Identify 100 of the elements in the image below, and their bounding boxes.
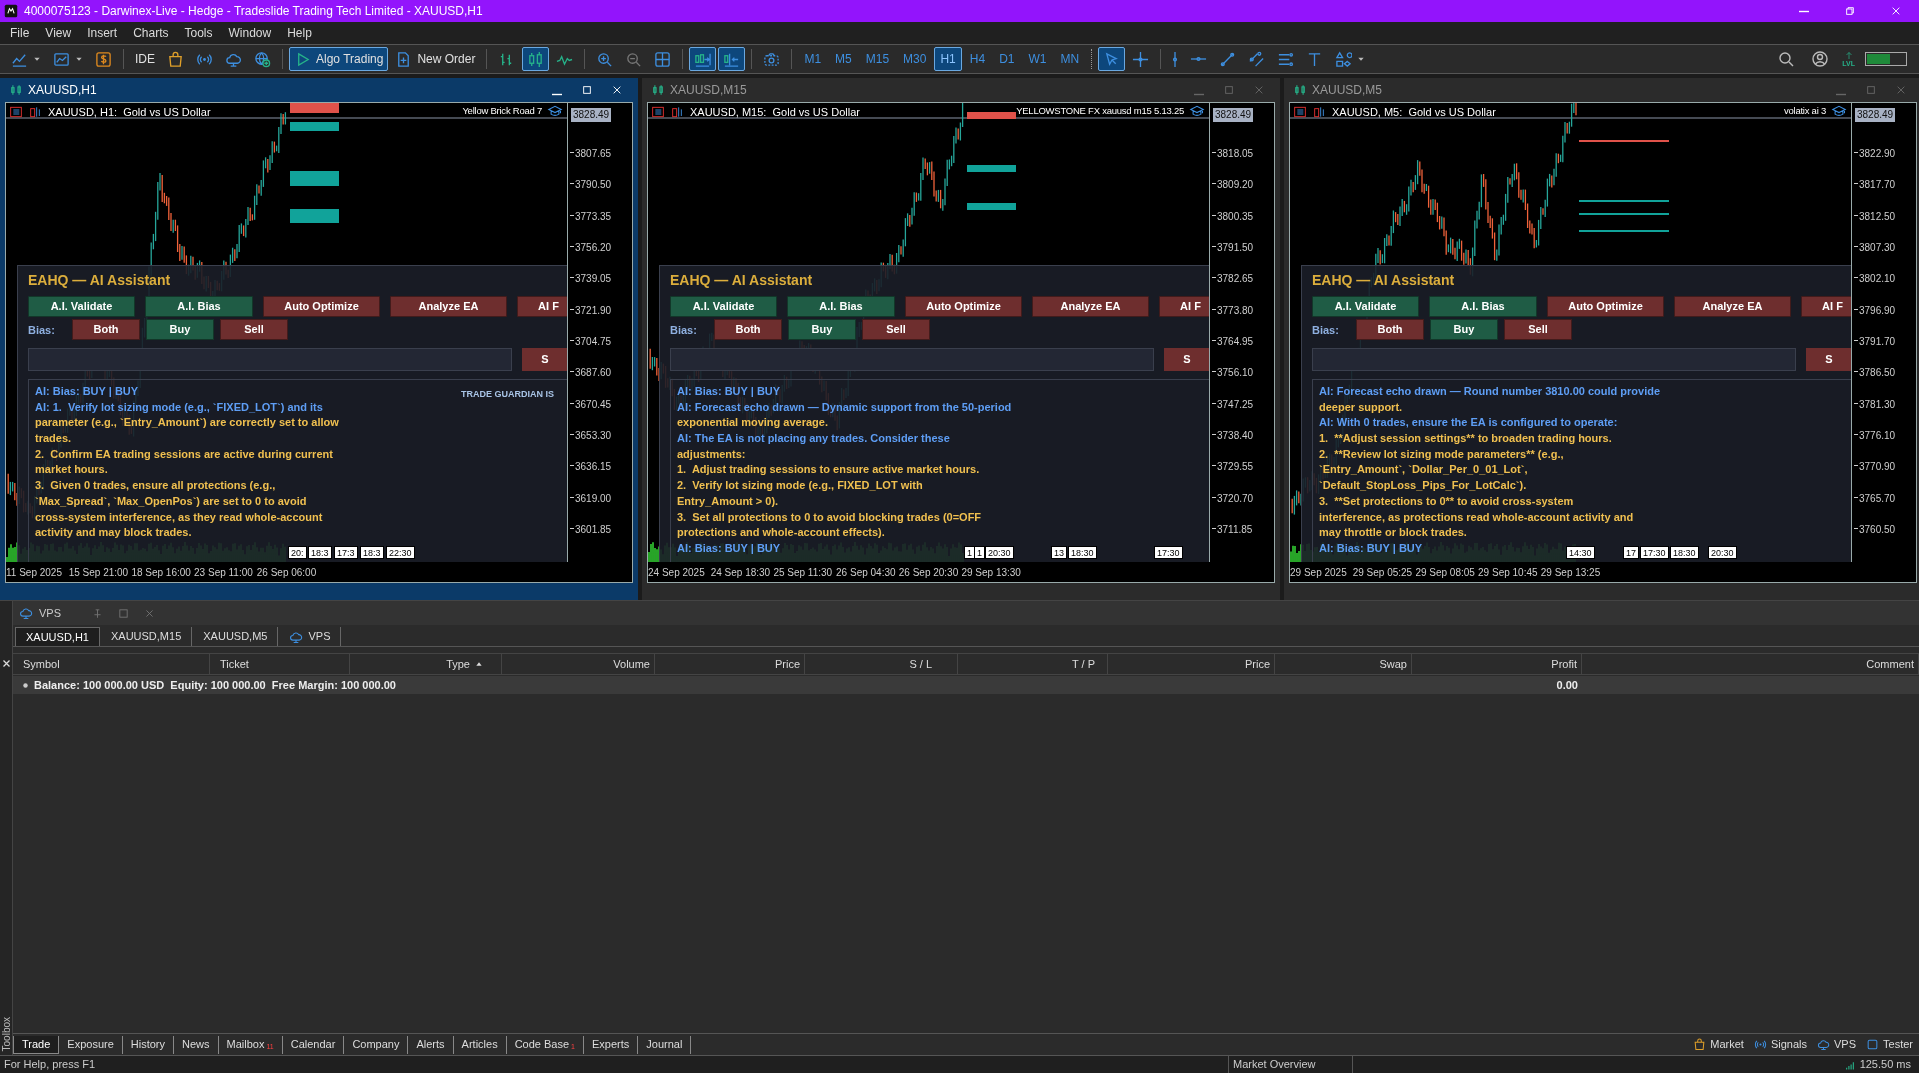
action-button[interactable]: AI F [1159, 296, 1209, 317]
toolbox-tab[interactable]: Calendar [282, 1035, 345, 1054]
toolbox-tab[interactable]: Company [344, 1035, 409, 1054]
bias-button[interactable]: Buy [1430, 319, 1498, 340]
timeframe-button[interactable]: MN [1054, 47, 1086, 71]
summary-row[interactable]: Balance: 100 000.00 USD Equity: 100 000.00 Free Margin: 100 000.00 0.00 [13, 676, 1919, 694]
menu-item[interactable]: Tools [176, 24, 221, 42]
time-marker: 18:30 [1068, 546, 1097, 559]
menu-item[interactable]: Help [279, 24, 320, 42]
toolbox-tab[interactable]: Exposure [59, 1035, 123, 1054]
prompt-input-field[interactable] [670, 348, 1154, 371]
timeframe-button[interactable]: W1 [1022, 47, 1053, 71]
tool-button[interactable]: IDE [130, 47, 160, 71]
chart-tab[interactable]: XAUUSD,H1 [15, 627, 100, 646]
timeframe-button[interactable]: H4 [963, 47, 992, 71]
message-line: Entry_Amount > 0). [677, 493, 779, 509]
column-header[interactable]: Swap [1275, 654, 1412, 674]
panel-link[interactable]: Tester [1866, 1036, 1913, 1053]
bias-button[interactable]: Both [1356, 319, 1424, 340]
time-marker: 14:30 [1566, 546, 1595, 559]
menu-item[interactable]: Charts [125, 24, 177, 42]
toolbox-tab[interactable]: News [174, 1035, 219, 1054]
toolbox-tab[interactable]: Journal [638, 1035, 692, 1054]
action-button[interactable]: A.I. Validate [28, 296, 135, 317]
toolbox-tab[interactable]: History [122, 1035, 175, 1054]
toolbox-tab[interactable]: Experts [584, 1035, 639, 1054]
message-line: AI: Forecast echo drawn — Dynamic support from the 50-period [677, 399, 1012, 415]
message-line: AI: Forecast echo drawn — Round number 3810.00 could provide [1319, 384, 1661, 399]
timeframe-button[interactable]: M1 [798, 47, 828, 71]
cursor-button[interactable] [1098, 47, 1126, 71]
message-line: activity and may block trades. [35, 525, 192, 541]
toolbox-tab[interactable]: Articles [453, 1035, 507, 1054]
action-button[interactable]: Auto Optimize [1547, 296, 1664, 317]
timeframe-button[interactable]: H1 [934, 47, 962, 71]
status-text: Market Overview [1228, 1056, 1353, 1073]
action-button[interactable]: A.I. Bias [145, 296, 253, 317]
menu-item[interactable]: Window [220, 24, 280, 42]
action-button[interactable]: Analyze EA [1032, 296, 1149, 317]
column-header[interactable]: T / P [958, 654, 1108, 674]
prompt-input-field[interactable] [28, 348, 512, 371]
send-button[interactable]: S [522, 348, 567, 371]
message-line: 1. **Adjust session settings** to broaden trading hours. [1319, 431, 1612, 447]
close-button[interactable] [1, 659, 11, 668]
column-header[interactable]: Price [1108, 654, 1275, 674]
action-button[interactable]: Analyze EA [390, 296, 507, 317]
message-line: `Entry_Amount`, `Dollar_Per_0_01_Lot`, [1319, 462, 1528, 478]
send-button[interactable]: S [1806, 348, 1851, 371]
chart-caption: XAUUSD, M5: Gold vs US Dollar [1332, 105, 1496, 120]
column-header[interactable]: Profit [1412, 654, 1582, 674]
play-button[interactable]: Algo Trading [289, 47, 389, 71]
bias-button[interactable]: Buy [146, 319, 214, 340]
menu-item[interactable]: View [37, 24, 80, 42]
column-header[interactable]: Symbol [13, 654, 210, 674]
chart-tab[interactable]: XAUUSD,M5 [193, 627, 279, 646]
column-header[interactable]: S / L [805, 654, 958, 674]
action-button[interactable]: A.I. Bias [787, 296, 895, 317]
bias-button[interactable]: Sell [862, 319, 930, 340]
column-header[interactable]: Comment [1582, 654, 1919, 674]
action-button[interactable]: AI F [1801, 296, 1851, 317]
menu-item[interactable]: Insert [79, 24, 126, 42]
cloud-icon [1817, 1038, 1830, 1051]
bias-button[interactable]: Sell [220, 319, 288, 340]
price-label: 3786.50 [1859, 366, 1896, 381]
bias-button[interactable]: Buy [788, 319, 856, 340]
panel-link[interactable]: Market [1693, 1036, 1744, 1053]
send-button[interactable]: S [1164, 348, 1209, 371]
chart-caption: XAUUSD, H1: Gold vs US Dollar [48, 105, 211, 120]
action-button[interactable]: Auto Optimize [263, 296, 380, 317]
time-label: 11 Sep 2025 [6, 565, 63, 580]
action-button[interactable]: A.I. Validate [670, 296, 777, 317]
prompt-input-field[interactable] [1312, 348, 1796, 371]
chart-shift-button[interactable] [718, 47, 746, 71]
action-button[interactable]: A.I. Validate [1312, 296, 1419, 317]
chart-tab[interactable]: VPS [279, 627, 342, 646]
column-header[interactable]: Type [350, 654, 502, 674]
timeframe-button[interactable]: M30 [897, 47, 933, 71]
action-button[interactable]: A.I. Bias [1429, 296, 1537, 317]
action-button[interactable]: Analyze EA [1674, 296, 1791, 317]
toolbox-tab[interactable]: Alerts [408, 1035, 454, 1054]
column-header[interactable]: Volume [502, 654, 655, 674]
bias-button[interactable]: Both [72, 319, 140, 340]
menu-item[interactable]: File [2, 24, 38, 42]
bias-button[interactable]: Sell [1504, 319, 1572, 340]
timeframe-button[interactable]: M5 [829, 47, 858, 71]
document-plus-button[interactable]: New Order [390, 47, 481, 71]
candlestick-button[interactable] [522, 47, 550, 71]
timeframe-button[interactable]: D1 [993, 47, 1021, 71]
time-marker: 18:3 [360, 546, 384, 559]
toolbox-tab[interactable]: Trade [13, 1035, 60, 1054]
autoscroll-button[interactable] [689, 47, 717, 71]
chart-tab[interactable]: XAUUSD,M15 [100, 627, 193, 646]
timeframe-button[interactable]: M15 [859, 47, 896, 71]
panel-link[interactable]: Signals [1753, 1036, 1807, 1053]
price-label: 3822.90 [1859, 147, 1896, 161]
panel-link[interactable]: VPS [1817, 1036, 1857, 1053]
column-header[interactable]: Price [655, 654, 805, 674]
action-button[interactable]: AI F [517, 296, 567, 317]
bias-button[interactable]: Both [714, 319, 782, 340]
action-button[interactable]: Auto Optimize [905, 296, 1022, 317]
column-header[interactable]: Ticket [210, 654, 350, 674]
